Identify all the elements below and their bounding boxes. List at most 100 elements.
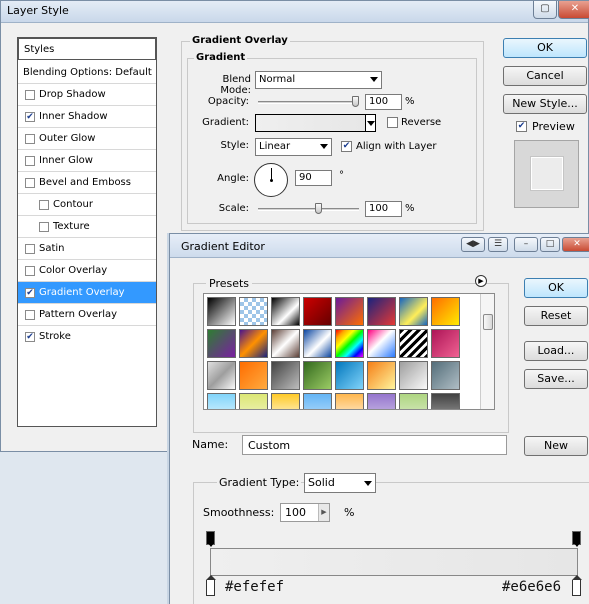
preset-swatch[interactable]: [239, 393, 268, 409]
style-item-outer-glow[interactable]: Outer Glow: [18, 128, 156, 150]
angle-dial[interactable]: [254, 163, 288, 197]
preset-swatch[interactable]: [367, 329, 396, 358]
align-with-layer-checkbox[interactable]: ✔: [341, 141, 352, 152]
blend-mode-select[interactable]: Normal: [255, 71, 382, 89]
texture-checkbox[interactable]: [39, 222, 49, 232]
maximize-icon[interactable]: □: [540, 237, 560, 252]
inner-shadow-checkbox[interactable]: ✔: [25, 112, 35, 122]
preset-swatch[interactable]: [431, 361, 460, 390]
preset-swatch[interactable]: [271, 361, 300, 390]
preset-swatch[interactable]: [271, 297, 300, 326]
preset-swatch[interactable]: [303, 393, 332, 409]
color-stop-left[interactable]: [206, 575, 216, 596]
style-item-gradient-overlay[interactable]: ✔ Gradient Overlay: [18, 282, 156, 304]
swatch-scrollbar[interactable]: [480, 294, 494, 409]
satin-checkbox[interactable]: [25, 244, 35, 254]
contour-checkbox[interactable]: [39, 200, 49, 210]
preset-swatch[interactable]: [303, 361, 332, 390]
gradient-type-select[interactable]: Solid: [304, 473, 376, 493]
reverse-checkbox[interactable]: [387, 117, 398, 128]
angle-input[interactable]: 90: [295, 170, 332, 186]
preset-swatch[interactable]: [207, 329, 236, 358]
preset-swatch[interactable]: [399, 393, 428, 409]
preset-swatch[interactable]: [335, 297, 364, 326]
layer-style-titlebar[interactable]: Layer Style ▢ ✕: [1, 1, 589, 23]
gradient-picker[interactable]: [255, 114, 376, 132]
preset-swatch[interactable]: [239, 329, 268, 358]
opacity-slider-thumb[interactable]: [352, 96, 359, 107]
blending-options-item[interactable]: Blending Options: Default: [18, 60, 156, 84]
style-item-texture[interactable]: Texture: [18, 216, 156, 238]
preset-swatch[interactable]: [207, 361, 236, 390]
preset-swatch[interactable]: [367, 297, 396, 326]
preset-swatch[interactable]: [367, 361, 396, 390]
name-input[interactable]: Custom: [242, 435, 507, 455]
style-select[interactable]: Linear: [255, 138, 332, 156]
load-button[interactable]: Load...: [524, 341, 588, 361]
gradient-preview-bar[interactable]: [210, 548, 578, 576]
opacity-stop-left[interactable]: [206, 531, 215, 547]
gradient-dropdown-button[interactable]: [365, 114, 376, 132]
preset-swatch[interactable]: [399, 361, 428, 390]
style-item-inner-shadow[interactable]: ✔ Inner Shadow: [18, 106, 156, 128]
styles-header[interactable]: Styles: [18, 38, 156, 60]
presets-menu-icon[interactable]: ▶: [475, 275, 487, 287]
preset-swatch[interactable]: [431, 329, 460, 358]
save-button[interactable]: Save...: [524, 369, 588, 389]
menu-icon[interactable]: ☰: [488, 237, 508, 252]
style-item-pattern-overlay[interactable]: Pattern Overlay: [18, 304, 156, 326]
preset-swatch[interactable]: [399, 297, 428, 326]
ok-button[interactable]: OK: [503, 38, 587, 58]
color-stop-right[interactable]: [572, 575, 582, 596]
preset-swatch[interactable]: [207, 393, 236, 409]
style-item-bevel-emboss[interactable]: Bevel and Emboss: [18, 172, 156, 194]
preset-swatch[interactable]: [303, 329, 332, 358]
style-item-satin[interactable]: Satin: [18, 238, 156, 260]
scrollbar-thumb[interactable]: [483, 314, 493, 330]
preset-swatch[interactable]: [303, 297, 332, 326]
style-item-stroke[interactable]: ✔ Stroke: [18, 326, 156, 348]
inner-glow-checkbox[interactable]: [25, 156, 35, 166]
pattern-overlay-checkbox[interactable]: [25, 310, 35, 320]
new-style-button[interactable]: New Style...: [503, 94, 587, 114]
preset-swatch[interactable]: [367, 393, 396, 409]
preset-swatch[interactable]: [431, 393, 460, 409]
ok-button[interactable]: OK: [524, 278, 588, 298]
preset-swatch[interactable]: [431, 297, 460, 326]
smoothness-stepper-icon[interactable]: ▶: [318, 504, 329, 521]
gradient-editor-titlebar[interactable]: Gradient Editor ◀▶ ☰ – □ ✕: [170, 234, 589, 258]
style-item-contour[interactable]: Contour: [18, 194, 156, 216]
restore-icon[interactable]: ▢: [533, 1, 557, 19]
preview-checkbox[interactable]: ✔: [516, 121, 527, 132]
close-icon[interactable]: ✕: [558, 1, 589, 19]
collapse-icon[interactable]: ◀▶: [461, 237, 485, 252]
preset-swatch[interactable]: [271, 393, 300, 409]
minimize-icon[interactable]: –: [514, 237, 538, 252]
color-overlay-checkbox[interactable]: [25, 266, 35, 276]
outer-glow-checkbox[interactable]: [25, 134, 35, 144]
preset-swatch[interactable]: [335, 361, 364, 390]
gradient-overlay-checkbox[interactable]: ✔: [25, 288, 35, 298]
reset-button[interactable]: Reset: [524, 306, 588, 326]
close-icon[interactable]: ✕: [562, 237, 589, 252]
style-item-drop-shadow[interactable]: Drop Shadow: [18, 84, 156, 106]
new-button[interactable]: New: [524, 436, 588, 456]
scale-slider[interactable]: [258, 208, 359, 211]
scale-input[interactable]: 100: [365, 201, 402, 217]
opacity-input[interactable]: 100: [365, 94, 402, 110]
bevel-emboss-checkbox[interactable]: [25, 178, 35, 188]
preset-swatch[interactable]: [207, 297, 236, 326]
preset-swatch[interactable]: [239, 297, 268, 326]
drop-shadow-checkbox[interactable]: [25, 90, 35, 100]
preset-swatch[interactable]: [271, 329, 300, 358]
preset-swatch[interactable]: [335, 393, 364, 409]
preset-swatch[interactable]: [399, 329, 428, 358]
preset-swatch[interactable]: [335, 329, 364, 358]
opacity-stop-right[interactable]: [572, 531, 581, 547]
cancel-button[interactable]: Cancel: [503, 66, 587, 86]
stroke-checkbox[interactable]: ✔: [25, 332, 35, 342]
style-item-color-overlay[interactable]: Color Overlay: [18, 260, 156, 282]
opacity-slider[interactable]: [258, 101, 359, 104]
style-item-inner-glow[interactable]: Inner Glow: [18, 150, 156, 172]
preset-swatch[interactable]: [239, 361, 268, 390]
